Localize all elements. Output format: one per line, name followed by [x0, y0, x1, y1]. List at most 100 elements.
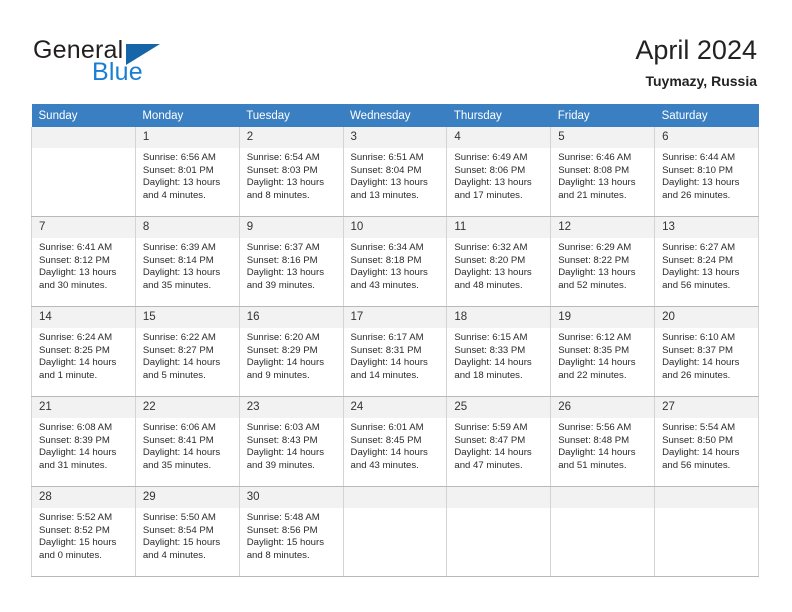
calendar-week-row: 14 Sunrise: 6:24 AM Sunset: 8:25 PM Dayligh…: [31, 306, 759, 397]
day-number: 7: [32, 217, 135, 238]
calendar-day-cell[interactable]: 16 Sunrise: 6:20 AM Sunset: 8:29 PM Dayligh…: [238, 306, 344, 397]
calendar-day-cell[interactable]: 1 Sunrise: 6:56 AM Sunset: 8:01 PM Daylight…: [134, 127, 240, 217]
calendar-day-cell[interactable]: 23 Sunrise: 6:03 AM Sunset: 8:43 PM Dayligh…: [238, 396, 344, 487]
calendar-page: General Blue April 2024 Tuymazy, Russia …: [0, 0, 792, 612]
weekday-header-wednesday: Wednesday: [343, 104, 447, 127]
calendar-day-cell[interactable]: 24 Sunrise: 6:01 AM Sunset: 8:45 PM Dayligh…: [342, 396, 448, 487]
calendar-day-cell[interactable]: 2 Sunrise: 6:54 AM Sunset: 8:03 PM Daylight…: [238, 127, 344, 217]
sunset-time: Sunset: 8:47 PM: [454, 434, 526, 446]
calendar-day-cell[interactable]: 4 Sunrise: 6:49 AM Sunset: 8:06 PM Daylight…: [446, 127, 552, 217]
day-number: 26: [551, 397, 655, 418]
day-details: Sunrise: 5:54 AM Sunset: 8:50 PM Daylight:…: [655, 418, 758, 472]
day-number: 29: [135, 487, 239, 508]
weekday-header-sunday: Sunday: [31, 104, 136, 127]
sunrise-time: Sunrise: 6:51 AM: [350, 152, 424, 163]
calendar-day-cell[interactable]: 9 Sunrise: 6:37 AM Sunset: 8:16 PM Daylight…: [238, 216, 344, 307]
calendar-week-row: 21 Sunrise: 6:08 AM Sunset: 8:39 PM Dayligh…: [31, 396, 759, 487]
daylight-duration-line2: and 14 minutes.: [350, 369, 419, 381]
sunrise-time: Sunrise: 5:54 AM: [662, 422, 736, 433]
calendar-day-cell[interactable]: 14 Sunrise: 6:24 AM Sunset: 8:25 PM Dayligh…: [31, 306, 136, 397]
sunset-time: Sunset: 8:45 PM: [350, 434, 422, 446]
day-number: 11: [447, 217, 551, 238]
sunrise-time: Sunrise: 6:41 AM: [39, 242, 113, 253]
calendar-day-cell-empty: [550, 486, 656, 577]
sunrise-time: Sunrise: 5:50 AM: [142, 512, 216, 523]
calendar-day-cell[interactable]: 27 Sunrise: 5:54 AM Sunset: 8:50 PM Dayligh…: [654, 396, 759, 487]
sunset-time: Sunset: 8:20 PM: [454, 254, 526, 266]
sunset-time: Sunset: 8:06 PM: [454, 164, 526, 176]
day-details: Sunrise: 6:46 AM Sunset: 8:08 PM Daylight:…: [551, 148, 654, 202]
calendar-day-cell[interactable]: 7 Sunrise: 6:41 AM Sunset: 8:12 PM Daylight…: [31, 216, 136, 307]
calendar-table: Sunday Monday Tuesday Wednesday Thursday…: [31, 104, 759, 577]
calendar-day-cell[interactable]: 19 Sunrise: 6:12 AM Sunset: 8:35 PM Dayligh…: [550, 306, 656, 397]
day-details: Sunrise: 6:34 AM Sunset: 8:18 PM Daylight:…: [344, 238, 447, 292]
sunset-time: Sunset: 8:37 PM: [662, 344, 733, 356]
day-number: 6: [655, 127, 758, 148]
calendar-day-cell[interactable]: 15 Sunrise: 6:22 AM Sunset: 8:27 PM Dayligh…: [134, 306, 240, 397]
sunrise-time: Sunrise: 6:54 AM: [246, 152, 320, 163]
calendar-day-cell[interactable]: 11 Sunrise: 6:32 AM Sunset: 8:20 PM Dayligh…: [446, 216, 552, 307]
calendar-day-cell[interactable]: 25 Sunrise: 5:59 AM Sunset: 8:47 PM Dayligh…: [446, 396, 552, 487]
daylight-duration-line1: Daylight: 14 hours: [39, 447, 117, 459]
day-number: 23: [239, 397, 343, 418]
sunset-time: Sunset: 8:10 PM: [662, 164, 733, 176]
calendar-day-cell[interactable]: 18 Sunrise: 6:15 AM Sunset: 8:33 PM Dayligh…: [446, 306, 552, 397]
calendar-day-cell[interactable]: 8 Sunrise: 6:39 AM Sunset: 8:14 PM Daylight…: [134, 216, 240, 307]
daylight-duration-line2: and 52 minutes.: [558, 279, 627, 291]
sunset-time: Sunset: 8:33 PM: [454, 344, 526, 356]
calendar-day-cell[interactable]: 17 Sunrise: 6:17 AM Sunset: 8:31 PM Dayligh…: [342, 306, 448, 397]
day-details: Sunrise: 6:56 AM Sunset: 8:01 PM Daylight:…: [136, 148, 239, 202]
daylight-duration-line2: and 31 minutes.: [39, 459, 108, 471]
daylight-duration-line1: Daylight: 13 hours: [558, 177, 636, 189]
calendar-day-cell[interactable]: 28 Sunrise: 5:52 AM Sunset: 8:52 PM Dayligh…: [31, 486, 136, 577]
calendar-day-cell[interactable]: 20 Sunrise: 6:10 AM Sunset: 8:37 PM Dayligh…: [654, 306, 759, 397]
sunrise-time: Sunrise: 6:32 AM: [454, 242, 528, 253]
sunrise-time: Sunrise: 6:39 AM: [142, 242, 216, 253]
day-number: 5: [551, 127, 655, 148]
calendar-day-cell[interactable]: 21 Sunrise: 6:08 AM Sunset: 8:39 PM Dayligh…: [31, 396, 136, 487]
calendar-day-cell[interactable]: 6 Sunrise: 6:44 AM Sunset: 8:10 PM Daylight…: [654, 127, 759, 217]
day-details: Sunrise: 6:29 AM Sunset: 8:22 PM Daylight:…: [551, 238, 654, 292]
sunrise-time: Sunrise: 6:08 AM: [39, 422, 113, 433]
daylight-duration-line1: Daylight: 15 hours: [142, 537, 221, 549]
day-details: Sunrise: 5:50 AM Sunset: 8:54 PM Daylight:…: [136, 508, 239, 562]
calendar-week-row: 1 Sunrise: 6:56 AM Sunset: 8:01 PM Daylight…: [31, 127, 759, 217]
sunset-time: Sunset: 8:31 PM: [350, 344, 422, 356]
calendar-day-cell[interactable]: 13 Sunrise: 6:27 AM Sunset: 8:24 PM Dayligh…: [654, 216, 759, 307]
daylight-duration-line2: and 48 minutes.: [454, 279, 523, 291]
calendar-day-cell[interactable]: 10 Sunrise: 6:34 AM Sunset: 8:18 PM Dayligh…: [342, 216, 448, 307]
general-blue-logo[interactable]: General Blue: [33, 36, 263, 88]
day-number: 9: [239, 217, 343, 238]
calendar-day-cell[interactable]: 29 Sunrise: 5:50 AM Sunset: 8:54 PM Dayligh…: [134, 486, 240, 577]
sunset-time: Sunset: 8:24 PM: [662, 254, 733, 266]
day-details: Sunrise: 6:06 AM Sunset: 8:41 PM Daylight:…: [136, 418, 239, 472]
daylight-duration-line2: and 1 minute.: [39, 369, 98, 381]
sunrise-time: Sunrise: 6:01 AM: [350, 422, 424, 433]
calendar-day-cell[interactable]: 3 Sunrise: 6:51 AM Sunset: 8:04 PM Daylight…: [342, 127, 448, 217]
calendar-day-cell[interactable]: 26 Sunrise: 5:56 AM Sunset: 8:48 PM Dayligh…: [550, 396, 656, 487]
day-number: 17: [343, 307, 447, 328]
daylight-duration-line1: Daylight: 13 hours: [350, 267, 428, 279]
calendar-day-cell[interactable]: 22 Sunrise: 6:06 AM Sunset: 8:41 PM Dayligh…: [134, 396, 240, 487]
day-number: [447, 487, 551, 508]
daylight-duration-line1: Daylight: 14 hours: [350, 357, 428, 369]
day-details: Sunrise: 5:52 AM Sunset: 8:52 PM Daylight:…: [32, 508, 135, 562]
daylight-duration-line1: Daylight: 13 hours: [558, 267, 636, 279]
sunrise-time: Sunrise: 5:56 AM: [558, 422, 632, 433]
daylight-duration-line2: and 39 minutes.: [246, 279, 315, 291]
calendar-day-cell[interactable]: 30 Sunrise: 5:48 AM Sunset: 8:56 PM Dayligh…: [238, 486, 344, 577]
day-number: [551, 487, 655, 508]
day-number: 10: [343, 217, 447, 238]
sunset-time: Sunset: 8:56 PM: [246, 524, 318, 536]
day-number: 13: [655, 217, 758, 238]
calendar-day-cell[interactable]: 5 Sunrise: 6:46 AM Sunset: 8:08 PM Daylight…: [550, 127, 656, 217]
weekday-header-saturday: Saturday: [654, 104, 759, 127]
day-details: Sunrise: 6:37 AM Sunset: 8:16 PM Daylight:…: [240, 238, 343, 292]
daylight-duration-line2: and 47 minutes.: [454, 459, 523, 471]
day-details: Sunrise: 5:56 AM Sunset: 8:48 PM Daylight:…: [551, 418, 654, 472]
daylight-duration-line1: Daylight: 14 hours: [39, 357, 117, 369]
calendar-day-cell[interactable]: 12 Sunrise: 6:29 AM Sunset: 8:22 PM Dayligh…: [550, 216, 656, 307]
sunset-time: Sunset: 8:41 PM: [142, 434, 214, 446]
calendar-body: 1 Sunrise: 6:56 AM Sunset: 8:01 PM Daylight…: [31, 127, 759, 577]
sunset-time: Sunset: 8:48 PM: [558, 434, 630, 446]
